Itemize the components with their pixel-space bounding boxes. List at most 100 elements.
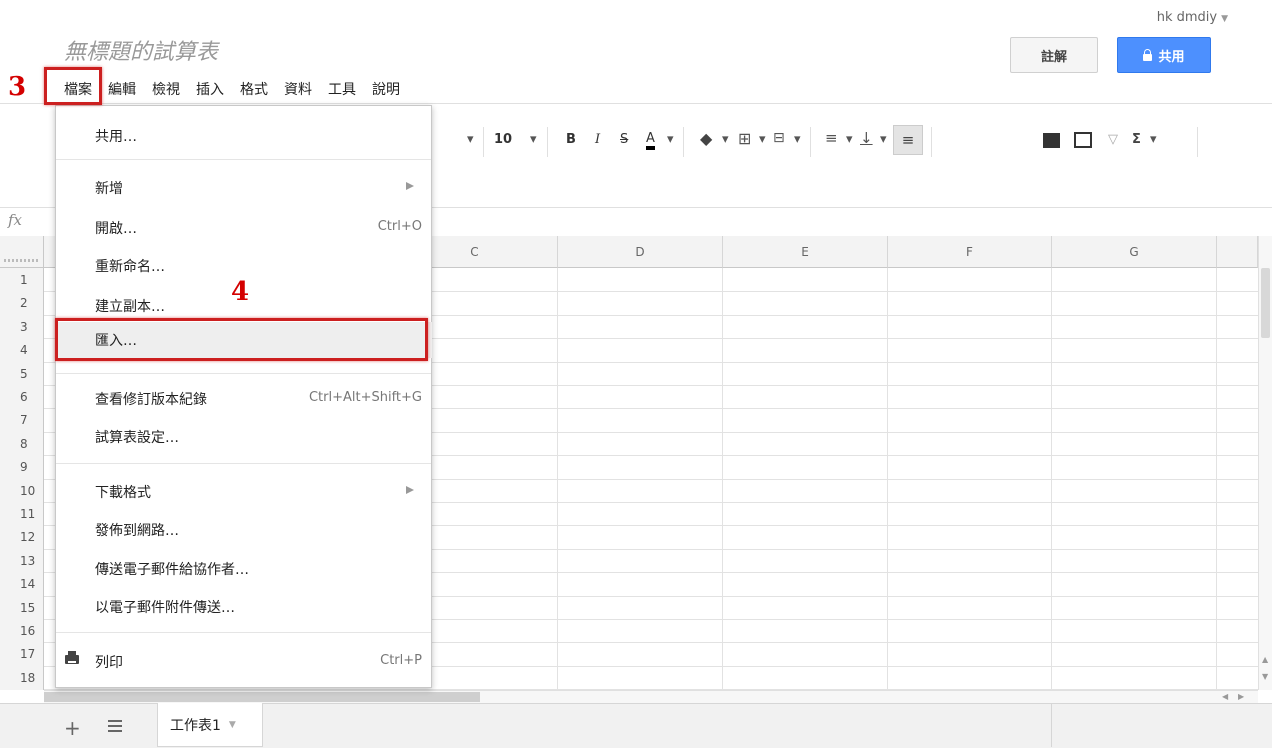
sheet-tab-1[interactable]: 工作表1 ▼ (157, 703, 263, 747)
row-header[interactable]: 17 (0, 648, 44, 660)
lock-icon (1143, 48, 1153, 61)
menu-separator (56, 632, 431, 633)
column-header-d[interactable]: D (558, 236, 723, 268)
row-header[interactable]: 12 (0, 531, 44, 543)
menu-item-label: 下載格式 (95, 485, 151, 501)
filter-icon[interactable]: ▽ (1108, 132, 1118, 147)
menu-item-shortcut: Ctrl+Alt+Shift+G (308, 390, 422, 405)
menu-tools[interactable]: 工具 (327, 79, 357, 99)
functions-button[interactable]: Σ (1132, 132, 1141, 147)
document-title[interactable]: 無標題的試算表 (64, 34, 218, 66)
column-divider (557, 268, 558, 690)
insert-chart-icon[interactable] (1074, 132, 1092, 148)
comment-insert-icon[interactable] (1043, 133, 1060, 148)
menu-item-label: 列印 (95, 655, 123, 671)
menu-separator (56, 159, 431, 160)
horizontal-align-arrow-icon[interactable]: ▾ (846, 132, 853, 147)
functions-arrow-icon[interactable]: ▾ (1150, 132, 1157, 147)
menu-item-label: 建立副本… (95, 299, 165, 315)
menu-item-email-collaborators[interactable]: 傳送電子郵件給協作者… (55, 557, 432, 581)
horizontal-scrollbar-thumb[interactable] (44, 692, 480, 702)
row-header[interactable]: 15 (0, 602, 44, 614)
text-color-button[interactable]: A (646, 132, 655, 150)
column-header-g[interactable]: G (1052, 236, 1217, 268)
row-header[interactable]: 14 (0, 578, 44, 590)
sheet-bar-divider (1051, 703, 1052, 747)
font-dropdown-arrow-icon[interactable]: ▾ (467, 132, 474, 147)
menu-item-revision-history[interactable]: 查看修訂版本紀錄 Ctrl+Alt+Shift+G (55, 387, 432, 411)
menu-item-new[interactable]: 新增 (55, 176, 432, 200)
borders-icon[interactable]: ⊞ (738, 129, 751, 148)
user-name: hk dmdiy (1156, 10, 1218, 25)
italic-button[interactable]: I (595, 132, 600, 147)
menu-separator (56, 463, 431, 464)
merge-cells-icon[interactable]: ⊟ (773, 130, 785, 146)
column-divider (722, 268, 723, 690)
row-header[interactable]: 9 (0, 461, 44, 473)
column-header-e[interactable]: E (723, 236, 888, 268)
column-header-partial[interactable] (1217, 236, 1258, 268)
borders-arrow-icon[interactable]: ▾ (759, 132, 766, 147)
menu-format[interactable]: 格式 (239, 79, 269, 99)
add-sheet-button[interactable]: + (64, 718, 81, 738)
menu-item-label: 共用… (95, 129, 137, 145)
user-account-menu[interactable]: hk dmdiy ▼ (1157, 10, 1228, 25)
row-header[interactable]: 18 (0, 672, 44, 684)
fill-color-arrow-icon[interactable]: ▾ (722, 132, 729, 147)
menu-item-label: 試算表設定… (95, 430, 179, 446)
annotation-highlight-file-menu (44, 67, 102, 105)
vertical-align-icon[interactable]: ↓ (860, 129, 873, 147)
row-header[interactable]: 4 (0, 344, 44, 356)
row-header[interactable]: 3 (0, 321, 44, 333)
row-header[interactable]: 2 (0, 297, 44, 309)
font-size-select[interactable]: 10 (494, 132, 512, 147)
share-button[interactable]: 共用 (1117, 37, 1211, 73)
comments-button[interactable]: 註解 (1010, 37, 1098, 73)
menu-item-download-as[interactable]: 下載格式 (55, 480, 432, 504)
bold-button[interactable]: B (566, 132, 576, 147)
row-header[interactable]: 11 (0, 508, 44, 520)
toolbar-divider (931, 127, 932, 157)
annotation-highlight-import (55, 318, 428, 361)
text-color-arrow-icon[interactable]: ▾ (667, 132, 674, 147)
vertical-scrollbar-thumb[interactable] (1261, 268, 1270, 338)
submenu-arrow-icon (406, 182, 414, 190)
horizontal-align-icon[interactable]: ≡ (825, 129, 838, 147)
menu-item-publish[interactable]: 發佈到網路… (55, 518, 432, 542)
scroll-down-icon[interactable]: ▼ (1262, 672, 1268, 681)
menu-insert[interactable]: 插入 (195, 79, 225, 99)
scroll-right-icon[interactable]: ▶ (1238, 692, 1244, 701)
row-header[interactable]: 8 (0, 438, 44, 450)
row-header[interactable]: 6 (0, 391, 44, 403)
menu-item-email-attachment[interactable]: 以電子郵件附件傳送… (55, 595, 432, 619)
vertical-align-arrow-icon[interactable]: ▾ (880, 132, 887, 147)
row-header[interactable]: 5 (0, 368, 44, 380)
menu-item-share[interactable]: 共用… (55, 124, 432, 148)
menu-data[interactable]: 資料 (283, 79, 313, 99)
menu-item-spreadsheet-settings[interactable]: 試算表設定… (55, 425, 432, 449)
share-button-label: 共用 (1158, 49, 1185, 65)
menu-item-rename[interactable]: 重新命名… (55, 254, 432, 278)
merge-cells-arrow-icon[interactable]: ▾ (794, 132, 801, 147)
scroll-up-icon[interactable]: ▲ (1262, 655, 1268, 664)
row-header[interactable]: 7 (0, 414, 44, 426)
row-header[interactable]: 10 (0, 485, 44, 497)
menu-view[interactable]: 檢視 (151, 79, 181, 99)
menu-item-open[interactable]: 開啟… Ctrl+O (55, 216, 432, 240)
wrap-text-icon[interactable]: ≡ (893, 125, 923, 155)
menu-help[interactable]: 說明 (371, 79, 401, 99)
row-header[interactable]: 16 (0, 625, 44, 637)
row-header[interactable]: 1 (0, 274, 44, 286)
all-sheets-icon[interactable] (108, 720, 122, 735)
select-all-corner[interactable] (0, 236, 44, 268)
menu-item-print[interactable]: 列印 Ctrl+P (55, 650, 432, 674)
scroll-left-icon[interactable]: ◀ (1222, 692, 1228, 701)
font-size-arrow-icon[interactable]: ▾ (530, 132, 537, 147)
column-header-f[interactable]: F (888, 236, 1052, 268)
menu-edit[interactable]: 編輯 (107, 79, 137, 99)
strikethrough-button[interactable]: S (620, 132, 628, 147)
menu-item-label: 重新命名… (95, 259, 165, 275)
fill-color-icon[interactable]: ◆ (700, 129, 712, 148)
row-header[interactable]: 13 (0, 555, 44, 567)
annotation-step-4: 4 (231, 277, 250, 307)
